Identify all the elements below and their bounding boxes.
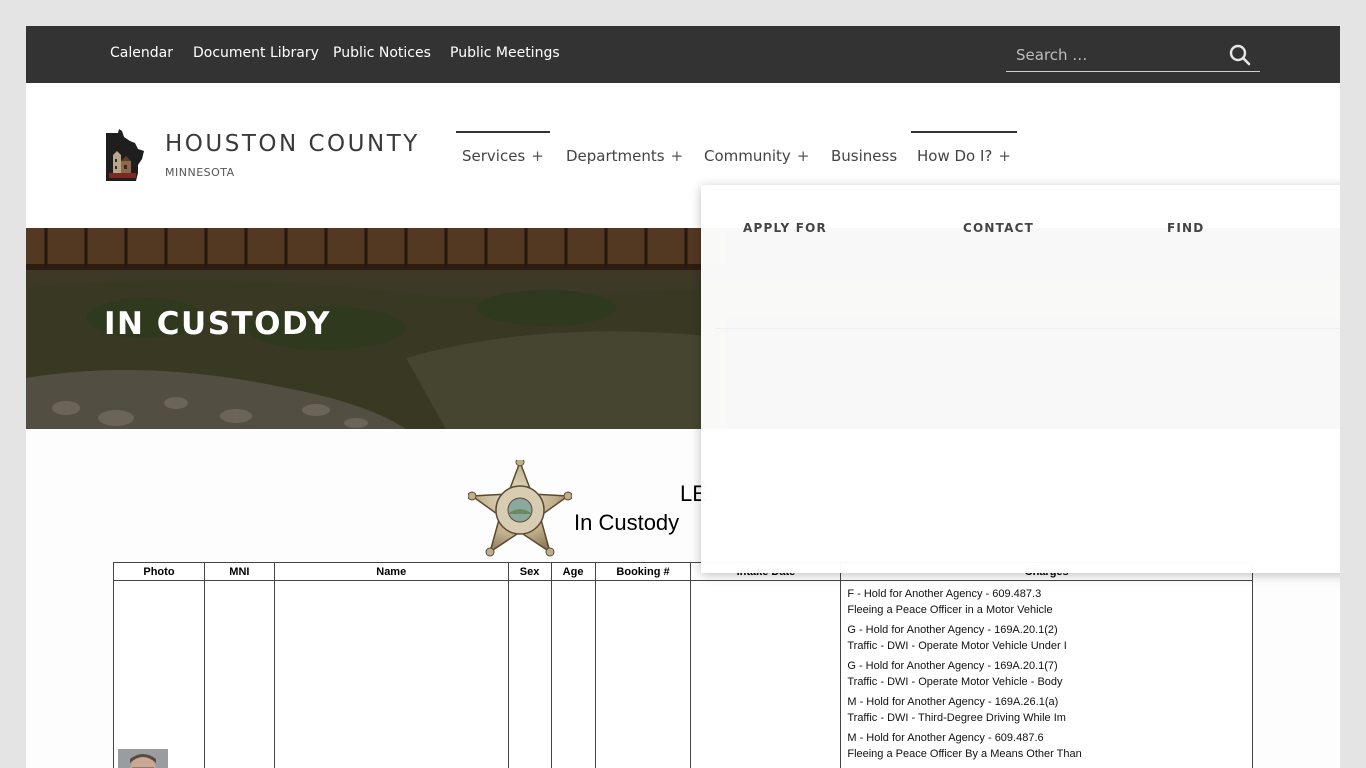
column-header-photo[interactable]: Photo <box>113 562 205 581</box>
utility-bar: Calendar Document Library Public Notices… <box>26 26 1340 83</box>
nav-community-label: Community <box>704 147 791 165</box>
how-do-i-mega-menu: APPLY FOR CONTACT FIND <box>701 185 1340 573</box>
plus-icon: + <box>796 147 810 165</box>
charge-code: M - Hold for Another Agency - 609.487.6 <box>847 732 1044 744</box>
plus-icon: + <box>670 147 684 165</box>
booking-cell <box>594 580 692 768</box>
site-title[interactable]: HOUSTON COUNTY <box>165 131 420 157</box>
plus-icon: + <box>998 147 1011 165</box>
sheriff-badge-icon <box>467 457 573 560</box>
util-link-document-library[interactable]: Document Library <box>193 45 319 61</box>
page-title: IN CUSTODY <box>104 306 331 342</box>
county-logo-icon[interactable] <box>104 129 146 183</box>
mega-menu-divider <box>715 328 1340 329</box>
photo-cell <box>113 580 205 768</box>
mega-menu-find[interactable]: FIND <box>1167 221 1204 235</box>
charge-code: F - Hold for Another Agency - 609.487.3 <box>847 588 1042 600</box>
charge-description: Fleeing a Peace Officer in a Motor Vehic… <box>847 604 1053 616</box>
sex-cell <box>507 580 552 768</box>
name-cell <box>273 580 509 768</box>
column-header-booking[interactable]: Booking # <box>594 562 692 581</box>
charge-code: G - Hold for Another Agency - 169A.20.1(… <box>847 660 1058 672</box>
charge-code: G - Hold for Another Agency - 169A.20.1(… <box>847 624 1058 636</box>
age-cell <box>550 580 596 768</box>
column-header-sex[interactable]: Sex <box>507 562 552 581</box>
nav-business[interactable]: Business <box>831 131 897 181</box>
util-link-public-notices[interactable]: Public Notices <box>333 45 431 61</box>
custody-table: Photo MNI Name Sex Age Booking # Intake … <box>113 562 1253 768</box>
charge-description: Fleeing a Peace Officer By a Means Other… <box>847 748 1082 760</box>
charge-entry: G - Hold for Another Agency - 169A.20.1(… <box>841 654 1252 690</box>
nav-services-label: Services <box>462 147 526 165</box>
charge-code: M - Hold for Another Agency - 169A.26.1(… <box>847 696 1059 708</box>
util-link-public-meetings[interactable]: Public Meetings <box>450 45 560 61</box>
report-subheading: In Custody <box>574 510 680 535</box>
charge-description: Traffic - DWI - Third-Degree Driving Whi… <box>847 712 1066 724</box>
charge-entry: M - Hold for Another Agency - 169A.26.1(… <box>841 690 1252 726</box>
charges-cell: F - Hold for Another Agency - 609.487.3 … <box>840 580 1253 768</box>
plus-icon: + <box>531 147 544 165</box>
mega-menu-apply-for[interactable]: APPLY FOR <box>743 221 827 235</box>
nav-how-do-i-label: How Do I? <box>917 147 993 165</box>
search-input[interactable] <box>1016 44 1216 66</box>
charge-description: Traffic - DWI - Operate Motor Vehicle - … <box>847 676 1063 688</box>
nav-community[interactable]: Community + <box>704 131 809 181</box>
nav-how-do-i[interactable]: How Do I? + <box>911 131 1017 181</box>
column-header-name[interactable]: Name <box>273 562 509 581</box>
column-header-mni[interactable]: MNI <box>203 562 275 581</box>
mugshot-image[interactable] <box>118 749 168 768</box>
intake-date-cell <box>690 580 842 768</box>
charge-entry: G - Hold for Another Agency - 169A.20.1(… <box>841 618 1252 654</box>
search-form <box>1006 40 1260 72</box>
nav-business-label: Business <box>831 147 898 165</box>
nav-departments[interactable]: Departments + <box>566 131 683 181</box>
nav-departments-label: Departments <box>566 147 665 165</box>
charge-description: Traffic - DWI - Operate Motor Vehicle Un… <box>847 640 1067 652</box>
charge-entry: F - Hold for Another Agency - 609.487.3 … <box>841 581 1252 618</box>
charge-entry: M - Hold for Another Agency - 609.487.6 … <box>841 726 1252 762</box>
mni-cell <box>203 580 275 768</box>
search-icon[interactable] <box>1228 43 1252 67</box>
table-row: F - Hold for Another Agency - 609.487.3 … <box>113 580 1253 768</box>
site-subtitle: MINNESOTA <box>165 166 235 179</box>
nav-services[interactable]: Services + <box>456 131 550 181</box>
page-frame: Calendar Document Library Public Notices… <box>26 26 1340 768</box>
mega-menu-contact[interactable]: CONTACT <box>963 221 1034 235</box>
column-header-age[interactable]: Age <box>550 562 596 581</box>
util-link-calendar[interactable]: Calendar <box>110 45 173 61</box>
